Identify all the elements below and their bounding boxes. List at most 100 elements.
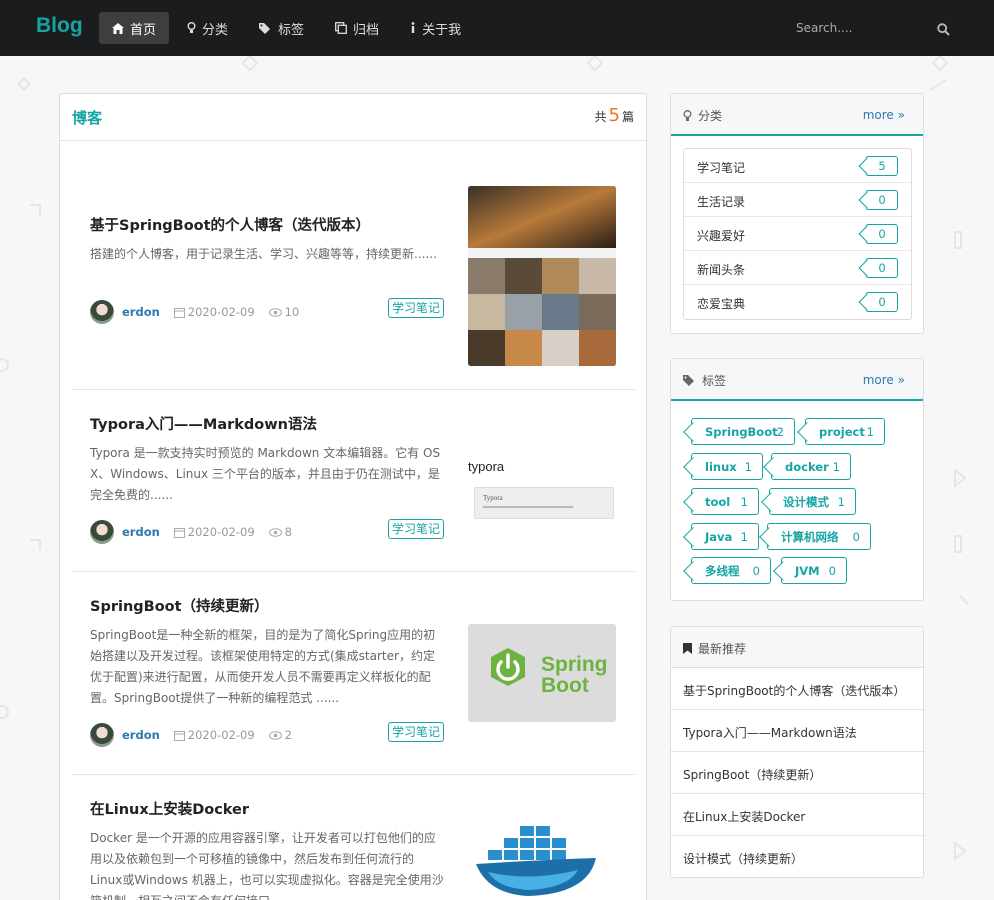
top-navbar: Blog 首页 分类 标签 归档 关于我 (0, 0, 994, 56)
post-divider (72, 774, 635, 775)
author-name[interactable]: erdon (122, 728, 160, 742)
tag-count: 0 (828, 563, 836, 578)
nav-archive[interactable]: 归档 (322, 12, 392, 44)
tag-count: 1 (832, 459, 840, 474)
nav-categories[interactable]: 分类 (174, 12, 241, 44)
post-meta: erdon 2020-02-09 2 (90, 723, 306, 747)
post-title[interactable]: Typora入门——Markdown语法 (90, 413, 317, 434)
post-category-tag[interactable]: 学习笔记 (388, 298, 445, 318)
tag-chip[interactable]: linux 1 (691, 453, 763, 480)
author-name[interactable]: erdon (122, 525, 160, 539)
tags-icon (683, 375, 694, 386)
search-icon[interactable] (937, 21, 950, 40)
author-name[interactable]: erdon (122, 305, 160, 319)
categories-more-link[interactable]: more » (863, 108, 905, 122)
post-meta: erdon 2020-02-09 8 (90, 520, 306, 544)
tag-chip[interactable]: tool 1 (691, 488, 759, 515)
brand-logo[interactable]: Blog (36, 14, 83, 38)
calendar-icon (173, 307, 185, 318)
nav-home[interactable]: 首页 (99, 12, 170, 44)
post-title[interactable]: 在Linux上安装Docker (90, 798, 249, 819)
recommend-item[interactable]: SpringBoot（持续更新） (671, 752, 923, 794)
post-date-text: 2020-02-09 (187, 525, 255, 539)
category-name: 兴趣爱好 (697, 229, 746, 243)
tag-chip[interactable]: 计算机网络 0 (767, 523, 871, 550)
tag-chip[interactable]: Java 1 (691, 523, 759, 550)
category-count: 0 (878, 295, 886, 309)
category-item[interactable]: 新闻头条 0 (684, 251, 911, 285)
post-description: Typora 是一款支持实时预览的 Markdown 文本编辑器。它有 OS X… (90, 446, 441, 502)
double-chevron-right-icon: » (897, 373, 905, 387)
blog-list-panel: 博客 共5篇 基于SpringBoot的个人博客（迭代版本） 搭建的个人博客，用… (59, 93, 647, 900)
nav-archive-label: 归档 (353, 22, 380, 38)
post-count: 共5篇 (595, 105, 634, 126)
category-item[interactable]: 恋爱宝典 0 (684, 285, 911, 319)
recommend-item[interactable]: 在Linux上安装Docker (671, 794, 923, 836)
tag-chip[interactable]: JVM 0 (781, 557, 847, 584)
tag-chip[interactable]: 多线程 0 (691, 557, 771, 584)
thumbnail-window: Typora (474, 487, 614, 519)
eye-icon (268, 730, 282, 740)
count-suffix: 篇 (621, 110, 634, 124)
category-count-badge: 0 (866, 292, 898, 312)
post-views-text: 8 (284, 525, 292, 539)
categories-title: 分类 (683, 107, 722, 124)
tag-chip[interactable]: 设计模式 1 (769, 488, 856, 515)
blog-list-title: 博客 (72, 109, 103, 127)
tag-name: Java (705, 529, 733, 544)
post-thumbnail[interactable]: Spring Boot (468, 624, 616, 722)
category-item[interactable]: 生活记录 0 (684, 183, 911, 217)
post-thumbnail[interactable] (468, 186, 616, 366)
tag-chip[interactable]: SpringBoot 2 (691, 418, 795, 445)
post-title[interactable]: SpringBoot（持续更新） (90, 595, 269, 616)
calendar-icon (173, 730, 185, 741)
tag-name: linux (705, 459, 737, 474)
double-chevron-right-icon: » (897, 108, 905, 122)
docker-logo-icon (476, 826, 596, 896)
avatar[interactable] (90, 723, 114, 747)
post-thumbnail[interactable]: typora Typora (468, 457, 616, 519)
count-prefix: 共 (594, 110, 607, 124)
bookmark-icon (683, 643, 692, 654)
thumbnail-window-line (483, 506, 573, 508)
tags-icon (259, 22, 272, 34)
home-icon (112, 22, 124, 34)
tag-chip[interactable]: project 1 (805, 418, 885, 445)
category-item[interactable]: 学习笔记 5 (684, 149, 911, 183)
tags-more-link[interactable]: more » (863, 373, 905, 387)
post-date: 2020-02-09 (173, 305, 255, 319)
post-divider (72, 389, 635, 390)
avatar[interactable] (90, 300, 114, 324)
categories-title-text: 分类 (698, 109, 723, 123)
recommend-title-text: 最新推荐 (698, 642, 747, 656)
category-count: 5 (878, 159, 886, 173)
tag-count: 1 (744, 459, 752, 474)
category-item[interactable]: 兴趣爱好 0 (684, 217, 911, 251)
post-category-tag[interactable]: 学习笔记 (388, 519, 445, 539)
tags-more-text: more (862, 373, 894, 387)
search-box (796, 14, 956, 42)
recommend-item[interactable]: Typora入门——Markdown语法 (671, 710, 923, 752)
category-list: 学习笔记 5 生活记录 0 兴趣爱好 0 新闻头条 0 恋爱宝典 0 (683, 148, 912, 320)
post-thumbnail[interactable] (468, 824, 616, 900)
category-count: 0 (878, 261, 886, 275)
category-count-badge: 0 (866, 190, 898, 210)
tag-chip[interactable]: docker 1 (771, 453, 851, 480)
tag-name: tool (705, 494, 731, 509)
category-count-badge: 0 (866, 224, 898, 244)
post-title[interactable]: 基于SpringBoot的个人博客（迭代版本） (90, 214, 370, 235)
nav-about[interactable]: 关于我 (397, 12, 474, 44)
recommend-item[interactable]: 基于SpringBoot的个人博客（迭代版本） (671, 668, 923, 710)
post-category-tag[interactable]: 学习笔记 (388, 722, 445, 742)
calendar-icon (173, 527, 185, 538)
category-name: 恋爱宝典 (697, 297, 746, 311)
avatar[interactable] (90, 520, 114, 544)
search-input[interactable] (796, 21, 926, 35)
info-icon (410, 22, 416, 34)
post-description: Docker 是一个开源的应用容器引擎，让开发者可以打包他们的应用以及依赖包到一… (90, 831, 444, 900)
category-name: 学习笔记 (697, 161, 746, 175)
post-views: 8 (268, 525, 292, 539)
categories-panel: 分类 more » 学习笔记 5 生活记录 0 兴趣爱好 0 新闻头条 0 恋爱宝典 0 (670, 93, 924, 334)
nav-tags[interactable]: 标签 (246, 12, 317, 44)
recommend-item[interactable]: 设计模式（持续更新） (671, 836, 923, 878)
